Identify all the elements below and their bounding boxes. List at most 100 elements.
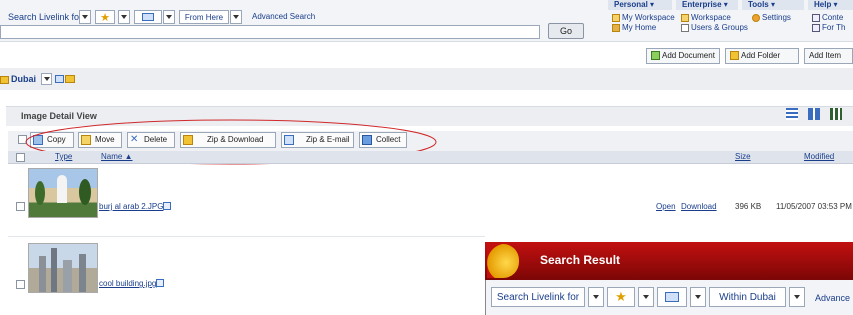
for-this-link[interactable]: For Th bbox=[812, 23, 845, 32]
for-this-label: For Th bbox=[822, 23, 846, 32]
tower-shape bbox=[57, 175, 67, 203]
chevron-down-icon bbox=[593, 295, 599, 299]
chevron-down-icon bbox=[166, 15, 172, 19]
column-type[interactable]: Type bbox=[55, 152, 72, 161]
building-shape bbox=[39, 256, 46, 292]
sr-scope-select[interactable]: Within Dubai bbox=[709, 287, 786, 307]
add-document-button[interactable]: Add Document bbox=[646, 48, 720, 64]
chevron-down-icon bbox=[695, 295, 701, 299]
views-dropdown[interactable] bbox=[163, 10, 175, 24]
folder-info-icon[interactable] bbox=[55, 75, 64, 83]
download-link[interactable]: Download bbox=[681, 202, 717, 211]
workspace-label: Workspace bbox=[691, 13, 731, 22]
sr-scope-value: Within Dubai bbox=[719, 291, 776, 303]
my-home-link[interactable]: My Home bbox=[612, 23, 656, 32]
chevron-down-icon bbox=[82, 15, 88, 19]
gear-icon bbox=[752, 13, 760, 22]
folder-icon bbox=[0, 76, 9, 84]
sr-views-button[interactable] bbox=[657, 287, 687, 307]
users-icon bbox=[681, 23, 689, 32]
thumbnail-view-icon[interactable] bbox=[830, 108, 842, 120]
copy-button[interactable]: Copy bbox=[30, 132, 74, 148]
add-document-label: Add Document bbox=[662, 51, 715, 60]
file-size: 396 KB bbox=[735, 202, 762, 211]
sr-favorites-dropdown[interactable] bbox=[638, 287, 654, 307]
menu-help[interactable]: Help ▾ bbox=[808, 0, 853, 10]
row-checkbox[interactable] bbox=[16, 202, 25, 211]
menu-personal[interactable]: Personal ▾ bbox=[608, 0, 672, 10]
users-groups-link[interactable]: Users & Groups bbox=[681, 23, 748, 32]
livelink-logo-icon bbox=[487, 244, 519, 278]
column-header-row bbox=[8, 151, 853, 164]
modified-date: 11/05/2007 03:53 PM bbox=[776, 202, 852, 211]
zip-email-label: Zip & E-mail bbox=[306, 135, 350, 144]
function-menu-icon[interactable] bbox=[163, 202, 171, 210]
file-name-link[interactable]: burj al arab 2.JPG bbox=[99, 202, 163, 211]
scope-dropdown[interactable] bbox=[230, 10, 242, 24]
go-button[interactable]: Go bbox=[548, 23, 584, 39]
my-home-label: My Home bbox=[622, 23, 657, 32]
copy-icon bbox=[33, 134, 43, 145]
email-icon bbox=[284, 134, 294, 145]
views-button[interactable] bbox=[134, 10, 162, 24]
sr-type-dropdown[interactable] bbox=[588, 287, 604, 307]
location-bar bbox=[0, 68, 853, 90]
row-checkbox[interactable] bbox=[16, 280, 25, 289]
file-name-link[interactable]: cool building.jpg bbox=[99, 279, 156, 288]
sr-search-label: Search Livelink for bbox=[491, 287, 585, 307]
add-folder-button[interactable]: Add Folder bbox=[725, 48, 799, 64]
select-all-checkbox[interactable] bbox=[18, 135, 27, 144]
zip-download-icon bbox=[183, 134, 193, 145]
folder-name[interactable]: Dubai bbox=[11, 74, 36, 84]
building-shape bbox=[63, 260, 72, 292]
window-icon bbox=[142, 13, 154, 21]
sr-advanced-link[interactable]: Advance bbox=[815, 293, 850, 303]
my-workspace-link[interactable]: My Workspace bbox=[612, 13, 675, 22]
image-thumbnail[interactable] bbox=[28, 243, 98, 293]
palm-shape bbox=[35, 181, 45, 205]
building-shape bbox=[51, 248, 57, 292]
sr-views-dropdown[interactable] bbox=[690, 287, 706, 307]
function-menu-icon[interactable] bbox=[156, 279, 164, 287]
sr-scope-dropdown[interactable] bbox=[789, 287, 805, 307]
contents-label: Conte bbox=[822, 13, 844, 22]
chevron-down-icon bbox=[121, 15, 127, 19]
grid-view-icon[interactable] bbox=[808, 108, 820, 120]
menu-enterprise[interactable]: Enterprise ▾ bbox=[676, 0, 738, 10]
contents-link[interactable]: Conte bbox=[812, 13, 843, 22]
delete-button[interactable]: ✕ Delete bbox=[127, 132, 175, 148]
panel-title: Image Detail View bbox=[21, 111, 97, 121]
palm-shape bbox=[79, 179, 91, 205]
advanced-search-link[interactable]: Advanced Search bbox=[252, 12, 315, 21]
menu-tools[interactable]: Tools ▾ bbox=[742, 0, 804, 10]
folder-up-icon[interactable] bbox=[65, 75, 75, 83]
open-link[interactable]: Open bbox=[656, 202, 676, 211]
zip-download-button[interactable]: Zip & Download bbox=[180, 132, 276, 148]
search-input[interactable] bbox=[0, 25, 540, 39]
favorites-button[interactable]: ★ bbox=[95, 10, 115, 24]
move-icon bbox=[81, 134, 91, 145]
column-name[interactable]: Name ▲ bbox=[101, 152, 132, 161]
move-button[interactable]: Move bbox=[78, 132, 122, 148]
column-modified[interactable]: Modified bbox=[804, 152, 834, 161]
sr-favorites-button[interactable]: ★ bbox=[607, 287, 635, 307]
favorites-dropdown[interactable] bbox=[118, 10, 130, 24]
collect-button[interactable]: Collect bbox=[359, 132, 407, 148]
copy-label: Copy bbox=[47, 135, 66, 144]
folder-menu-dropdown[interactable] bbox=[41, 73, 52, 85]
settings-link[interactable]: Settings bbox=[752, 13, 791, 22]
workspace-link[interactable]: Workspace bbox=[681, 13, 731, 22]
zip-email-button[interactable]: Zip & E-mail bbox=[281, 132, 354, 148]
search-type-dropdown[interactable] bbox=[79, 10, 91, 24]
image-thumbnail[interactable] bbox=[28, 168, 98, 218]
document-icon bbox=[812, 23, 820, 32]
list-view-icon[interactable] bbox=[786, 108, 798, 120]
scope-value: From Here bbox=[184, 12, 224, 22]
header-checkbox[interactable] bbox=[16, 153, 25, 162]
add-item-button[interactable]: Add Item bbox=[804, 48, 853, 64]
chevron-down-icon bbox=[794, 295, 800, 299]
search-label: Search Livelink for bbox=[8, 12, 83, 22]
column-size[interactable]: Size bbox=[735, 152, 751, 161]
scope-select[interactable]: From Here bbox=[179, 10, 229, 24]
delete-icon: ✕ bbox=[130, 133, 139, 145]
